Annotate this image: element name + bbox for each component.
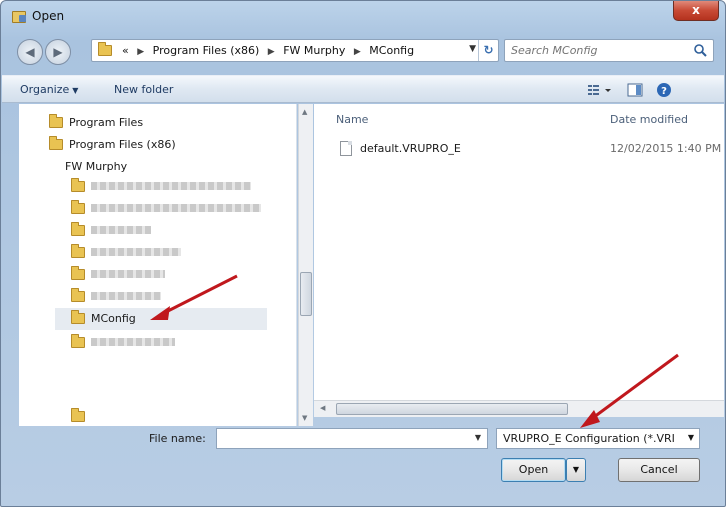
annotation-arrow-filter: [580, 353, 679, 428]
annotation-layer: [150, 274, 679, 428]
annotation-arrow-mconfig: [150, 274, 238, 320]
